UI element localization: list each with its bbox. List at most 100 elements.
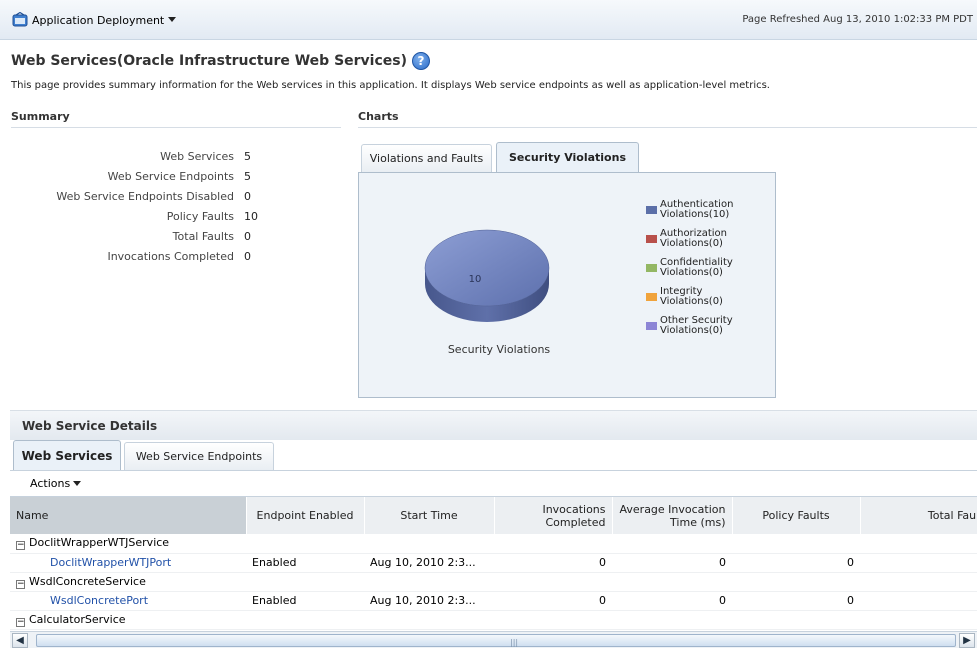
- total-faults-cell: •: [860, 553, 977, 573]
- summary-value: 10: [244, 209, 258, 223]
- summary-value: 5: [244, 169, 251, 183]
- collapse-icon[interactable]: −: [16, 541, 25, 551]
- column-header-total-faults[interactable]: Total Fault: [860, 497, 977, 534]
- web-service-details-header: Web Service Details: [10, 410, 977, 440]
- service-name-cell: − WsdlConcreteService: [10, 572, 246, 592]
- summary-row: Invocations Completed 0: [0, 246, 270, 266]
- scroll-right-icon[interactable]: ▶: [959, 633, 975, 648]
- table-header-row: Name Endpoint Enabled Start Time Invocat…: [10, 497, 977, 534]
- help-icon[interactable]: ?: [412, 52, 430, 70]
- legend-label: Confidentiality Violations(0): [660, 257, 733, 278]
- application-icon: [12, 12, 28, 27]
- summary-label: Policy Faults: [166, 209, 234, 223]
- summary-value: 0: [244, 229, 251, 243]
- avg-time-cell: 0: [612, 553, 732, 573]
- page-refreshed-time: Page Refreshed Aug 13, 2010 1:02:33 PM P…: [742, 14, 973, 25]
- pie-slice-authentication-violations: [424, 229, 550, 307]
- details-tab-divider: [10, 470, 977, 471]
- web-services-table: Name Endpoint Enabled Start Time Invocat…: [10, 496, 977, 631]
- tab-web-services[interactable]: Web Services: [13, 440, 121, 470]
- start-time-cell: Aug 10, 2010 2:3...: [364, 591, 494, 611]
- summary-row: Web Services 5: [0, 146, 270, 166]
- web-service-details-title: Web Service Details: [22, 419, 158, 433]
- service-name: CalculatorService: [29, 612, 126, 626]
- column-header-invocations-completed[interactable]: Invocations Completed: [494, 497, 613, 534]
- summary-row: Web Service Endpoints Disabled 0: [0, 186, 270, 206]
- collapse-icon[interactable]: −: [16, 579, 25, 589]
- port-link[interactable]: DoclitWrapperWTJPort: [50, 556, 171, 569]
- column-header-endpoint-enabled[interactable]: Endpoint Enabled: [246, 497, 365, 534]
- security-violations-chart-panel: 10 Security Violations Authentication Vi…: [358, 172, 776, 398]
- summary-label: Total Faults: [172, 229, 234, 243]
- page-title: Web Services(Oracle Infrastructure Web S…: [11, 52, 430, 70]
- application-deployment-menu[interactable]: Application Deployment: [12, 12, 177, 28]
- summary-row: Total Faults 0: [0, 226, 270, 246]
- legend-label: Authentication Violations(10): [660, 199, 734, 220]
- column-header-average-invocation-time[interactable]: Average Invocation Time (ms): [612, 497, 733, 534]
- table-row: − DoclitWrapperWTJService: [10, 534, 977, 554]
- charts-divider: [358, 127, 977, 128]
- legend-label: Authorization Violations(0): [660, 228, 727, 249]
- tab-web-service-endpoints[interactable]: Web Service Endpoints: [124, 442, 274, 470]
- tab-security-violations[interactable]: Security Violations: [496, 142, 639, 172]
- pie-slice-label: 10: [469, 274, 482, 285]
- legend-label: Integrity Violations(0): [660, 286, 723, 307]
- top-bar: Application Deployment Page Refreshed Au…: [0, 0, 977, 40]
- table-row: WsdlConcretePort Enabled Aug 10, 2010 2:…: [10, 591, 977, 611]
- legend-swatch: [646, 235, 657, 243]
- summary-divider: [11, 127, 341, 128]
- summary-row: Policy Faults 10: [0, 206, 270, 226]
- start-time-cell: Aug 10, 2010 2:3...: [364, 553, 494, 573]
- legend-swatch: [646, 322, 657, 330]
- dropdown-arrow-icon: [73, 480, 82, 486]
- dropdown-arrow-icon: [168, 17, 177, 22]
- port-name-cell: WsdlConcretePort: [10, 591, 246, 611]
- scrollbar-thumb[interactable]: |||: [36, 634, 956, 647]
- table-row: − WsdlConcreteService: [10, 572, 977, 592]
- actions-label: Actions: [30, 477, 71, 490]
- service-name: WsdlConcreteService: [29, 574, 146, 588]
- service-name-cell: − CalculatorService: [10, 610, 246, 630]
- summary-label: Web Services: [160, 149, 234, 163]
- chart-title: Security Violations: [448, 343, 551, 356]
- scroll-left-icon[interactable]: ◀: [12, 633, 28, 648]
- charts-heading: Charts: [358, 110, 399, 123]
- page-title-text: Web Services(Oracle Infrastructure Web S…: [11, 53, 407, 69]
- summary-heading: Summary: [11, 110, 70, 123]
- endpoint-enabled-cell: Enabled: [246, 591, 364, 611]
- invocations-cell: 0: [494, 591, 612, 611]
- port-link[interactable]: WsdlConcretePort: [50, 594, 148, 607]
- policy-faults-cell: 0: [732, 591, 860, 611]
- tab-violations-and-faults[interactable]: Violations and Faults: [361, 144, 492, 172]
- summary-value: 0: [244, 189, 251, 203]
- summary-label: Web Service Endpoints: [107, 169, 234, 183]
- total-faults-cell: •: [860, 591, 977, 611]
- column-header-start-time[interactable]: Start Time: [364, 497, 495, 534]
- service-name: DoclitWrapperWTJService: [29, 536, 170, 550]
- column-header-policy-faults[interactable]: Policy Faults: [732, 497, 861, 534]
- scrollbar-grip-icon: |||: [510, 638, 519, 647]
- legend-swatch: [646, 264, 657, 272]
- avg-time-cell: 0: [612, 591, 732, 611]
- summary-row: Web Service Endpoints 5: [0, 166, 270, 186]
- column-header-name[interactable]: Name: [10, 497, 247, 534]
- application-deployment-label: Application Deployment: [32, 13, 165, 27]
- summary-value: 0: [244, 249, 251, 263]
- collapse-icon[interactable]: −: [16, 617, 25, 627]
- summary-label: Web Service Endpoints Disabled: [56, 189, 234, 203]
- service-name-cell: − DoclitWrapperWTJService: [10, 534, 246, 554]
- legend-label: Other Security Violations(0): [660, 315, 733, 336]
- port-name-cell: DoclitWrapperWTJPort: [10, 553, 246, 573]
- table-row: − CalculatorService: [10, 610, 977, 630]
- invocations-cell: 0: [494, 553, 612, 573]
- page-description: This page provides summary information f…: [11, 80, 770, 91]
- summary-list: Web Services 5 Web Service Endpoints 5 Web…: [0, 146, 270, 266]
- summary-value: 5: [244, 149, 251, 163]
- policy-faults-cell: 0: [732, 553, 860, 573]
- table-row: DoclitWrapperWTJPort Enabled Aug 10, 201…: [10, 553, 977, 573]
- horizontal-scrollbar[interactable]: ◀ ||| ▶: [10, 631, 977, 648]
- summary-label: Invocations Completed: [107, 249, 234, 263]
- actions-menu[interactable]: Actions: [30, 477, 82, 490]
- legend-swatch: [646, 293, 657, 301]
- endpoint-enabled-cell: Enabled: [246, 553, 364, 573]
